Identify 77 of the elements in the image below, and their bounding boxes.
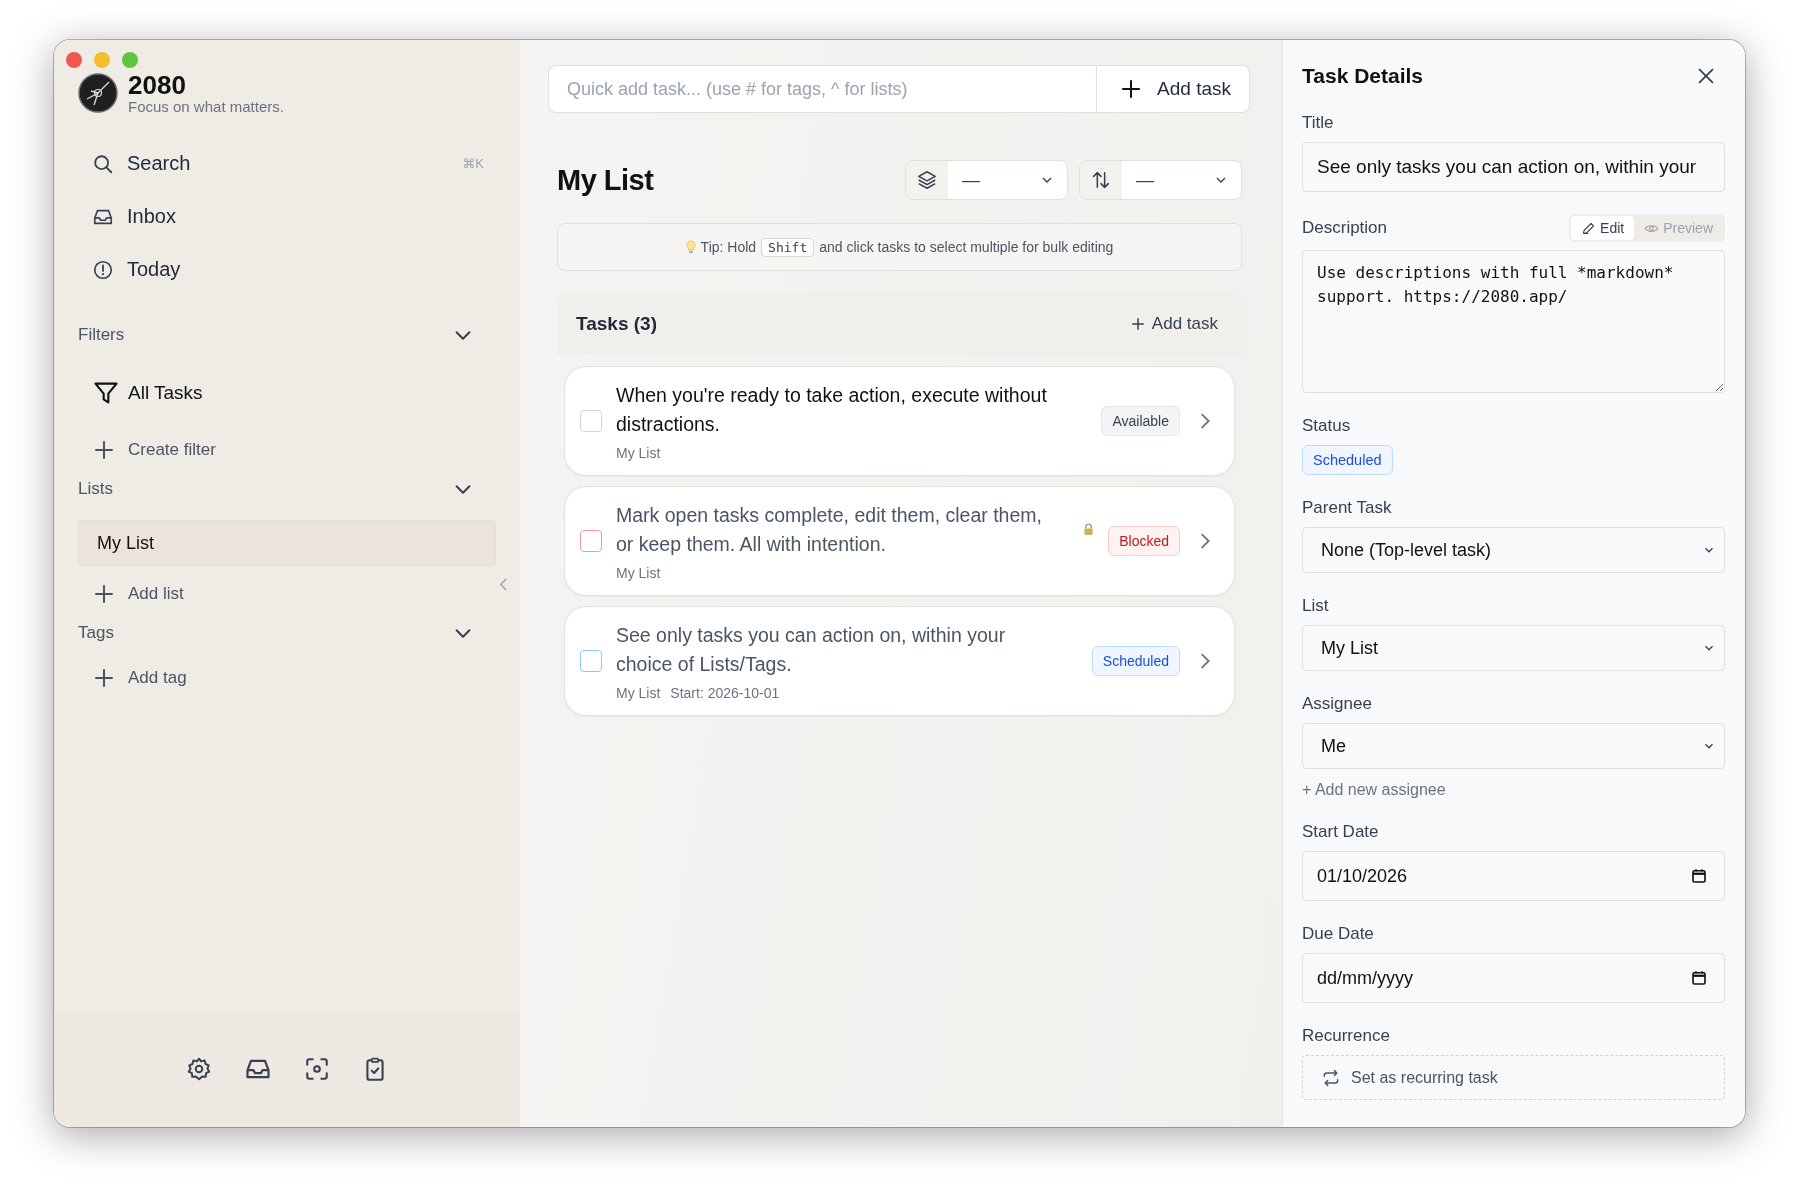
tip-text: Tip: Hold xyxy=(700,239,757,255)
section-title: Filters xyxy=(78,325,125,345)
keyboard-key: Shift xyxy=(761,237,815,257)
add-task-button[interactable]: Add task xyxy=(1096,65,1250,113)
app-tagline: Focus on what matters. xyxy=(128,97,284,115)
task-card[interactable]: See only tasks you can action on, within your choice of Lists/Tags. My List Start: 2026-10-01 Scheduled xyxy=(564,606,1235,716)
nav-item[interactable]: Inbox xyxy=(78,190,520,243)
close-window-button[interactable] xyxy=(66,52,82,68)
field-label: Start Date xyxy=(1302,822,1379,842)
field-label: List xyxy=(1302,596,1329,616)
quick-add-field[interactable]: Quick add task... (use # for tags, ^ for lists) xyxy=(548,65,1097,113)
title-field[interactable]: See only tasks you can action on, within your xyxy=(1302,142,1725,192)
logo-icon xyxy=(78,73,118,113)
mode-tab[interactable]: Edit xyxy=(1571,216,1635,240)
plus-icon xyxy=(92,582,116,606)
date-field[interactable]: dd/mm/yyyy xyxy=(1302,953,1725,1003)
field-label: Due Date xyxy=(1302,924,1374,944)
task-checkbox[interactable] xyxy=(580,410,602,432)
task-title: When you're ready to take action, execute without distractions. xyxy=(616,383,1048,437)
field-label: Title xyxy=(1302,113,1334,133)
status-badge: Blocked xyxy=(1108,526,1180,556)
settings-icon[interactable] xyxy=(186,1055,212,1082)
description-field[interactable]: Use descriptions with full *markdown* support. https://2080.app/ xyxy=(1302,250,1725,393)
plus-icon xyxy=(92,666,116,690)
tip-text: and click tasks to select multiple for bulk editing xyxy=(819,239,1114,255)
calendar-icon xyxy=(1690,867,1708,885)
task-list-name: My List xyxy=(616,685,661,701)
nav-item[interactable]: Search ⌘K xyxy=(78,137,520,190)
task-card[interactable]: When you're ready to take action, execute without distractions. My List Available xyxy=(564,366,1235,476)
field-label: Parent Task xyxy=(1302,498,1392,518)
task-list-name: My List xyxy=(616,445,661,461)
task-checkbox[interactable] xyxy=(580,650,602,672)
add-task-button[interactable]: Add task xyxy=(1128,313,1218,334)
select-field[interactable]: My List xyxy=(1302,625,1725,671)
task-title: Mark open tasks complete, edit them, clear them, or keep them. All with intention. xyxy=(616,503,1043,557)
status-badge: Available xyxy=(1101,406,1180,436)
task-start-date: Start: 2026-10-01 xyxy=(670,685,780,701)
select-field[interactable]: None (Top-level task) xyxy=(1302,527,1725,573)
add-item-button[interactable]: Create filter xyxy=(78,428,520,472)
section-title: Tags xyxy=(78,623,114,643)
date-field[interactable]: 01/10/2026 xyxy=(1302,851,1725,901)
field-label: Assignee xyxy=(1302,694,1372,714)
plus-icon xyxy=(92,438,116,462)
nav-item[interactable]: Today xyxy=(78,243,520,296)
task-card[interactable]: Mark open tasks complete, edit them, clear them, or keep them. All with intention. My List Blocked xyxy=(564,486,1235,596)
search-icon xyxy=(92,152,114,175)
repeat-icon xyxy=(1321,1067,1341,1088)
add-item-button[interactable]: Add list xyxy=(78,572,520,616)
filter-item[interactable]: All Tasks xyxy=(78,364,496,422)
pencil-icon xyxy=(1581,220,1597,236)
status-badge: Scheduled xyxy=(1302,445,1393,475)
sort-select[interactable]: — xyxy=(1079,160,1242,200)
focus-icon[interactable] xyxy=(304,1055,330,1082)
section-title: Lists xyxy=(78,479,113,499)
task-checkbox[interactable] xyxy=(580,530,602,552)
add-assignee-link[interactable]: + Add new assignee xyxy=(1302,781,1725,799)
group-select[interactable]: — xyxy=(905,160,1068,200)
list-item[interactable]: My List xyxy=(78,520,496,566)
task-title: See only tasks you can action on, within your choice of Lists/Tags. xyxy=(616,623,1007,677)
sort-icon xyxy=(1090,169,1112,191)
add-item-button[interactable]: Add tag xyxy=(78,656,520,700)
task-list-name: My List xyxy=(616,565,661,581)
alert-circle-icon xyxy=(92,258,114,281)
select-field[interactable]: Me xyxy=(1302,723,1725,769)
recurring-task-button[interactable]: Set as recurring task xyxy=(1302,1055,1725,1100)
status-badge: Scheduled xyxy=(1091,646,1180,676)
app-name: 2080 xyxy=(128,71,187,98)
field-label: Recurrence xyxy=(1302,1026,1390,1046)
field-label: Description xyxy=(1302,218,1388,238)
calendar-icon xyxy=(1690,969,1708,987)
layers-icon xyxy=(916,169,938,191)
panel-title: Task Details xyxy=(1302,64,1423,88)
keyboard-shortcut: ⌘K xyxy=(462,156,484,171)
tasks-heading: Tasks (3) xyxy=(576,312,657,335)
list-title: My List xyxy=(557,163,654,197)
field-label: Status xyxy=(1302,416,1351,436)
lightbulb-icon xyxy=(685,239,696,255)
